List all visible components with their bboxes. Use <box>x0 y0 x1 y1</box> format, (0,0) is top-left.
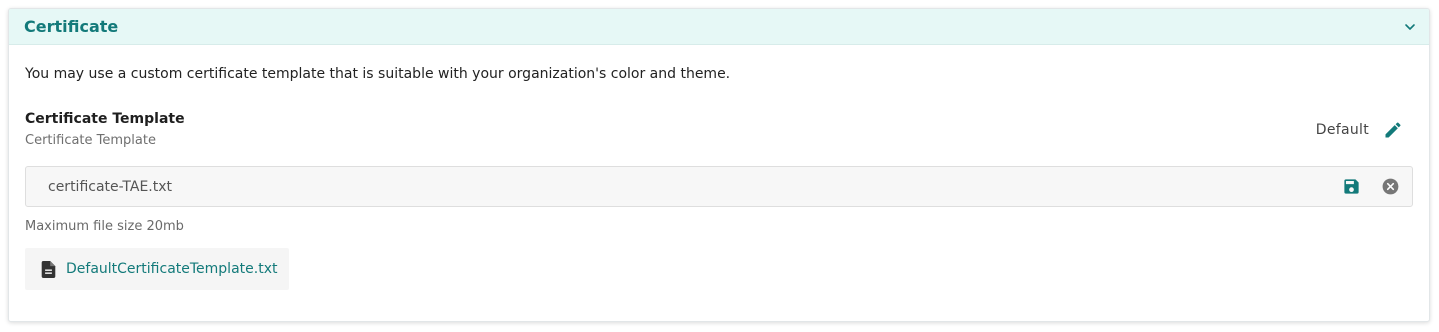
template-field-sublabel: Certificate Template <box>25 133 156 148</box>
default-template-file-link[interactable]: DefaultCertificateTemplate.txt <box>25 248 289 290</box>
section-title: Certificate <box>24 17 119 36</box>
section-description: You may use a custom certificate templat… <box>25 66 731 82</box>
certificate-section-header[interactable]: Certificate <box>9 9 1429 45</box>
template-file-input[interactable] <box>26 167 1342 206</box>
default-template-filename: DefaultCertificateTemplate.txt <box>66 261 278 277</box>
max-file-size-note: Maximum file size 20mb <box>25 219 184 234</box>
default-status-text: Default <box>1315 122 1369 138</box>
template-file-row <box>25 166 1413 207</box>
file-actions <box>1342 177 1412 196</box>
template-field-label: Certificate Template <box>25 111 185 127</box>
pencil-icon[interactable] <box>1383 120 1403 140</box>
floppy-disk-icon[interactable] <box>1342 177 1361 196</box>
certificate-card: Certificate You may use a custom certifi… <box>8 8 1430 322</box>
template-status: Default <box>1316 120 1403 140</box>
document-icon <box>41 260 56 278</box>
chevron-down-icon[interactable] <box>1403 20 1417 34</box>
close-circle-icon[interactable] <box>1381 177 1400 196</box>
